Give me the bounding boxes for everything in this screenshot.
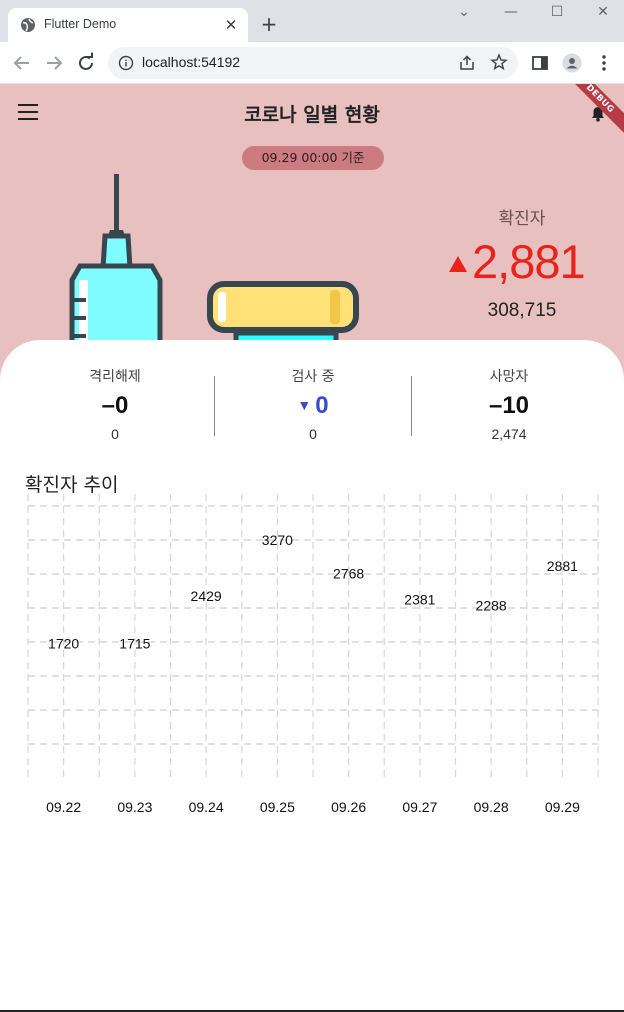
- more-menu-icon[interactable]: [594, 53, 614, 73]
- dash-icon: –: [488, 392, 503, 419]
- x-tick-label: 09.23: [117, 799, 152, 815]
- vaccine-syringe-illustration: [69, 174, 359, 352]
- date-badge: 09.29 00:00 기준: [242, 146, 384, 170]
- data-label: 1720: [48, 635, 79, 651]
- page-title: 코로나 일별 현황: [244, 104, 380, 126]
- x-tick-label: 09.27: [402, 799, 437, 815]
- x-tick-label: 09.29: [545, 799, 580, 815]
- stat-total: 0: [309, 426, 317, 442]
- stat-total: 2,474: [491, 426, 527, 442]
- stat-released: 격리해제 –0 0: [35, 366, 195, 442]
- profile-avatar-icon[interactable]: [562, 53, 582, 73]
- maximize-button[interactable]: ☐: [543, 4, 571, 24]
- stat-change: –10: [488, 392, 530, 419]
- data-label: 2288: [476, 597, 507, 613]
- share-icon[interactable]: [458, 54, 476, 72]
- back-arrow-icon[interactable]: [10, 51, 34, 75]
- reload-icon[interactable]: [74, 51, 98, 75]
- tab-search-icon[interactable]: ⌄: [450, 4, 478, 24]
- up-arrow-icon: [449, 256, 467, 272]
- stat-change: –0: [101, 392, 129, 419]
- confirmed-trend-chart: 1720 09.22 1715 09.23 2429 09.24 3270 09.25 2768…: [27, 494, 599, 815]
- stat-change: ▼ 0: [297, 392, 329, 419]
- divider: [214, 376, 215, 436]
- globe-icon: [21, 18, 35, 32]
- forward-arrow-icon[interactable]: [42, 51, 66, 75]
- side-panel-icon[interactable]: [530, 53, 550, 73]
- stat-total: 0: [111, 426, 119, 442]
- confirmed-daily-change: 2,881: [472, 235, 586, 288]
- bookmark-star-icon[interactable]: [490, 53, 508, 71]
- x-tick-label: 09.25: [260, 799, 295, 815]
- close-window-button[interactable]: ✕: [589, 4, 617, 24]
- stat-label: 격리해제: [89, 369, 141, 385]
- url-text[interactable]: localhost:54192: [142, 54, 240, 70]
- x-tick-label: 09.28: [474, 799, 509, 815]
- stat-deaths: 사망자 –10 2,474: [429, 366, 589, 442]
- browser-tab-strip: Flutter Demo ✕ + ⌄ — ☐ ✕: [0, 0, 624, 42]
- down-arrow-icon: ▼: [297, 397, 312, 413]
- browser-toolbar: localhost:54192: [0, 42, 624, 84]
- browser-tab[interactable]: Flutter Demo ✕: [8, 8, 248, 42]
- x-tick-label: 09.26: [331, 799, 366, 815]
- data-label: 2429: [191, 588, 222, 604]
- dash-icon: –: [101, 392, 115, 419]
- hero-section: 코로나 일별 현황 DEBUG 09.29 00:00 기준 확진자 2,881…: [0, 84, 624, 384]
- address-bar[interactable]: localhost:54192: [108, 47, 518, 79]
- data-label: 2881: [547, 558, 578, 574]
- data-label: 1715: [119, 636, 150, 652]
- stat-label: 사망자: [489, 369, 529, 385]
- stats-sheet: 격리해제 –0 0 검사 중 ▼ 0 0 사망자 –10 2,474 확진자 추이: [0, 340, 624, 1012]
- x-tick-label: 09.24: [189, 799, 224, 815]
- app-viewport: 코로나 일별 현황 DEBUG 09.29 00:00 기준 확진자 2,881…: [0, 84, 624, 1012]
- divider: [411, 376, 412, 436]
- data-label: 2381: [404, 591, 435, 607]
- x-tick-label: 09.22: [46, 799, 81, 815]
- new-tab-button[interactable]: +: [259, 14, 279, 34]
- tab-title: Flutter Demo: [44, 17, 117, 31]
- stat-label: 검사 중: [291, 369, 335, 385]
- info-icon[interactable]: [118, 55, 134, 71]
- stat-testing: 검사 중 ▼ 0 0: [233, 366, 393, 442]
- confirmed-label: 확진자: [498, 209, 546, 229]
- data-label: 3270: [262, 532, 293, 548]
- close-tab-icon[interactable]: ✕: [222, 16, 240, 34]
- data-label: 2768: [333, 565, 364, 581]
- minimize-button[interactable]: —: [497, 4, 525, 24]
- confirmed-total: 308,715: [487, 300, 557, 321]
